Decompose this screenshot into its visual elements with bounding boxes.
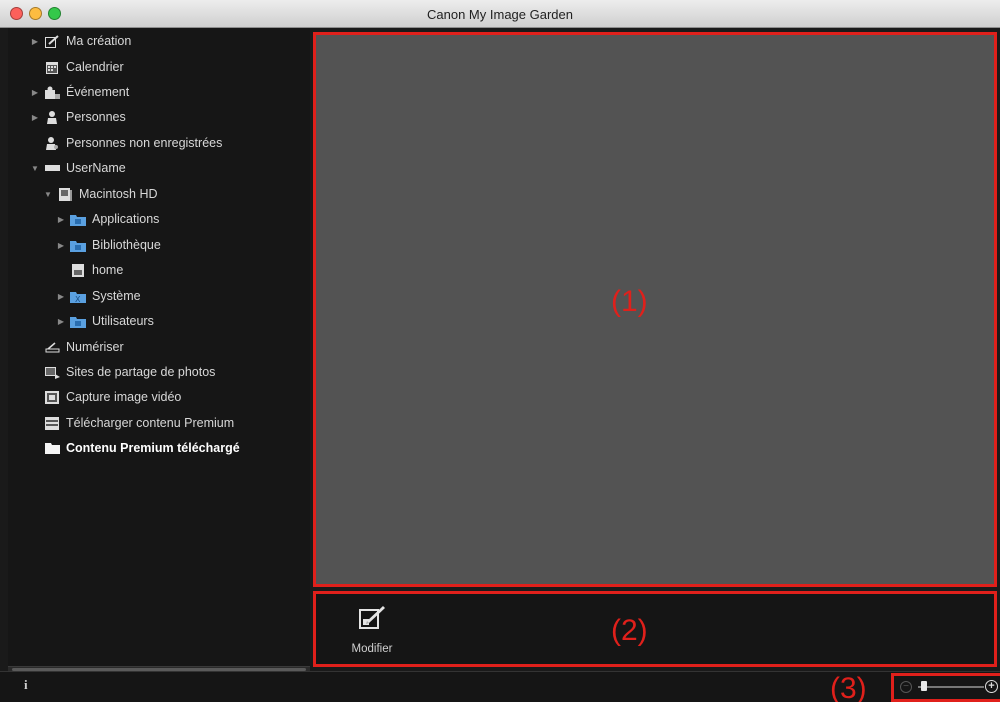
person-icon [44, 110, 60, 124]
sidebar-item-system[interactable]: ▶ X Système [56, 286, 141, 306]
sidebar-item-calendar[interactable]: ▶ Calendrier [30, 57, 124, 77]
folder-icon [70, 238, 86, 252]
sidebar-item-event[interactable]: ▶ Événement [30, 82, 129, 102]
sidebar-item-applications[interactable]: ▶ Applications [56, 209, 159, 229]
sidebar-item-username[interactable]: ▼ UserName [30, 158, 126, 178]
annotation-label-1: (1) [611, 285, 648, 318]
sidebar-item-users[interactable]: ▶ Utilisateurs [56, 311, 154, 331]
sidebar-item-label: Sites de partage de photos [66, 365, 216, 379]
annotation-label-3: (3) [830, 672, 867, 702]
video-capture-icon [44, 390, 60, 404]
sidebar-item-video-capture[interactable]: ▶ Capture image vidéo [30, 387, 181, 407]
sidebar-item-label: Applications [92, 212, 160, 226]
unregistered-person-icon [44, 136, 60, 150]
sidebar-item-scan[interactable]: ▶ Numériser [30, 337, 124, 357]
sidebar-item-label: Calendrier [66, 60, 124, 74]
computer-icon [44, 161, 60, 175]
sidebar-item-label: Numériser [66, 340, 124, 354]
disclosure-triangle-icon[interactable]: ▶ [30, 113, 40, 122]
disclosure-triangle-icon[interactable]: ▶ [56, 317, 66, 326]
sidebar-item-label: UserName [66, 161, 126, 175]
sidebar-item-label: Utilisateurs [92, 314, 154, 328]
sidebar-item-photo-sharing[interactable]: ▶ Sites de partage de photos [30, 362, 215, 382]
disclosure-triangle-down-icon[interactable]: ▼ [30, 164, 40, 173]
event-icon [44, 85, 60, 99]
sidebar-item-label: Personnes [66, 110, 126, 124]
sidebar-item-download-premium[interactable]: ▶ Télécharger contenu Premium [30, 413, 234, 433]
sidebar-item-downloaded-premium[interactable]: ▶ Contenu Premium téléchargé [30, 438, 240, 458]
sidebar-item-my-art[interactable]: ▶ Ma création [30, 31, 131, 51]
folder-white-icon [44, 441, 60, 455]
calendar-icon [44, 60, 60, 74]
sidebar-item-library[interactable]: ▶ Bibliothèque [56, 235, 161, 255]
modify-button[interactable]: Modifier [342, 604, 402, 656]
folder-icon [70, 314, 86, 328]
my-art-icon [44, 34, 60, 48]
zoom-slider-thumb[interactable] [921, 681, 927, 691]
disclosure-triangle-icon[interactable]: ▶ [56, 215, 66, 224]
sidebar-item-label: Capture image vidéo [66, 390, 182, 404]
folder-icon: X [70, 289, 86, 303]
modify-button-label: Modifier [351, 643, 393, 655]
sidebar-item-unregistered-people[interactable]: ▶ Personnes non enregistrées [30, 133, 222, 153]
sidebar-item-label: Personnes non enregistrées [66, 136, 223, 150]
sidebar-item-macintosh-hd[interactable]: ▼ Macintosh HD [43, 184, 158, 204]
preview-area[interactable] [313, 32, 997, 587]
disclosure-triangle-icon[interactable]: ▶ [30, 88, 40, 97]
scan-icon [44, 340, 60, 354]
sidebar-item-label: Système [92, 289, 141, 303]
sidebar-item-label: Télécharger contenu Premium [66, 416, 235, 430]
zoom-out-icon[interactable]: − [900, 681, 912, 693]
disclosure-triangle-icon[interactable]: ▶ [56, 292, 66, 301]
annotation-label-2: (2) [611, 614, 648, 647]
disclosure-triangle-icon[interactable]: ▶ [30, 37, 40, 46]
disclosure-triangle-down-icon[interactable]: ▼ [43, 190, 53, 199]
sidebar-item-label: home [92, 263, 124, 277]
download-icon [44, 416, 60, 430]
sidebar-item-label: Événement [66, 85, 130, 99]
title-bar: Canon My Image Garden [0, 0, 1000, 28]
zoom-in-icon[interactable]: + [985, 680, 998, 693]
edit-icon [358, 604, 386, 637]
home-folder-icon [70, 263, 86, 277]
sidebar-item-label: Macintosh HD [79, 187, 158, 201]
disclosure-triangle-icon[interactable]: ▶ [56, 241, 66, 250]
operation-area [313, 591, 997, 667]
svg-text:X: X [75, 295, 81, 303]
sidebar-item-label: Bibliothèque [92, 238, 161, 252]
sidebar-item-people[interactable]: ▶ Personnes [30, 107, 126, 127]
folder-icon [70, 212, 86, 226]
sidebar: ▶ Ma création ▶ Calendrier ▶ Événement ▶… [8, 28, 310, 668]
sidebar-item-home[interactable]: ▶ home [56, 260, 123, 280]
sidebar-item-label: Contenu Premium téléchargé [66, 441, 240, 455]
sidebar-item-label: Ma création [66, 34, 132, 48]
photo-sharing-icon [44, 365, 60, 379]
hard-drive-icon [57, 187, 73, 201]
zoom-slider[interactable] [918, 686, 984, 688]
window-title: Canon My Image Garden [427, 7, 573, 22]
info-icon[interactable]: i [24, 677, 28, 693]
